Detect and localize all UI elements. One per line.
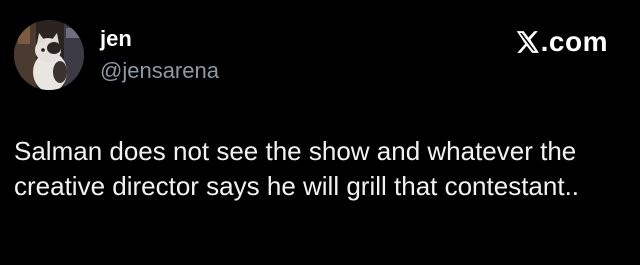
avatar[interactable] <box>14 20 84 90</box>
author-handle[interactable]: @jensarena <box>100 58 219 84</box>
author-display-name[interactable]: jen <box>100 26 132 52</box>
x-logo-icon <box>516 31 539 53</box>
tweet-text: Salman does not see the show and whateve… <box>14 136 580 201</box>
profile-photo-cat-icon <box>14 20 84 90</box>
tweet-card: jen @jensarena .com Salman does not see … <box>0 0 640 265</box>
brand-watermark: .com <box>514 26 608 58</box>
brand-domain-text: .com <box>540 26 608 57</box>
